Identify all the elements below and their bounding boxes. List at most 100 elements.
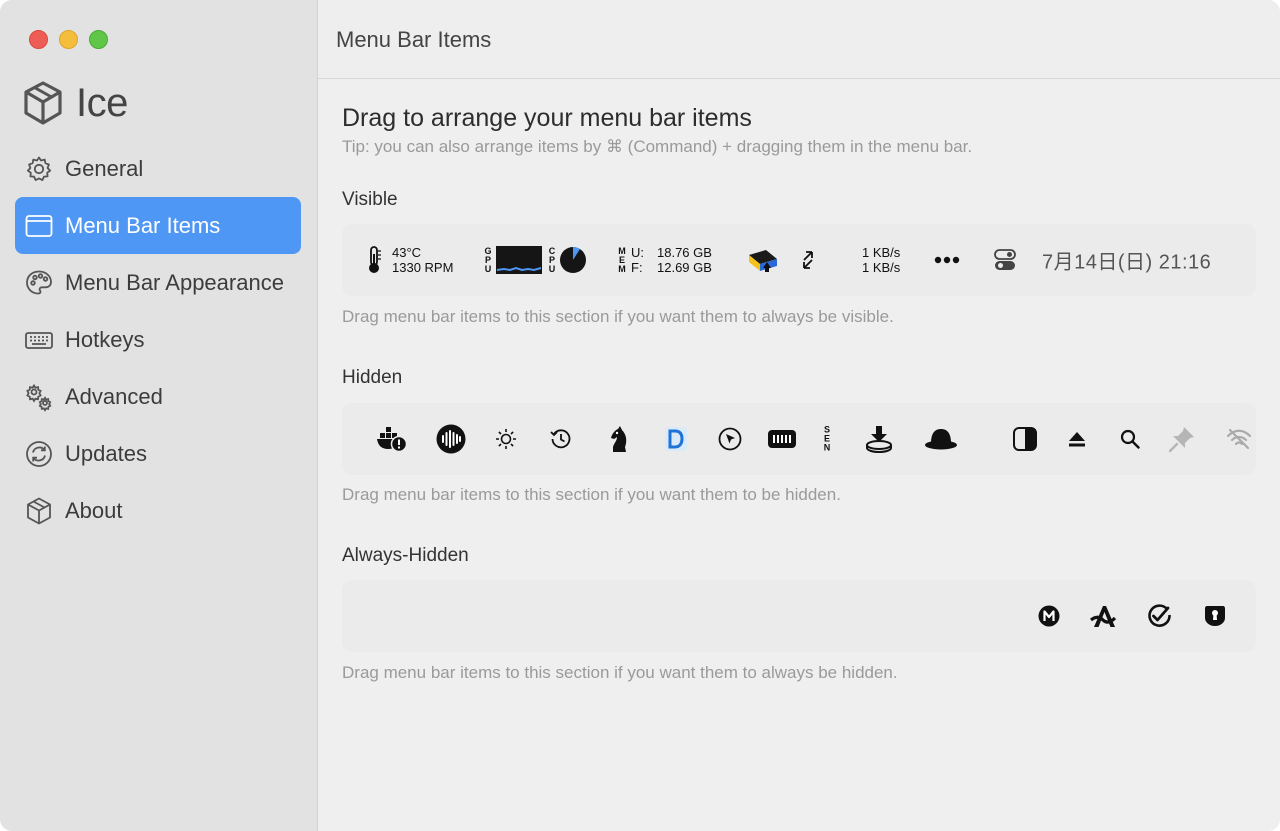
clock-text: 7月14日(日) 21:16 <box>1042 251 1212 274</box>
sidebar-item-hotkeys[interactable]: Hotkeys <box>15 311 301 368</box>
pin-item[interactable] <box>1168 425 1196 453</box>
keyboard-icon <box>22 323 56 357</box>
memory-chip-item[interactable] <box>767 429 797 449</box>
sidebar-item-menu-bar-items[interactable]: Menu Bar Items <box>15 197 301 254</box>
bowler-hat-icon <box>925 429 957 450</box>
clock-item[interactable]: 7月14日(日) 21:16 <box>1042 246 1211 275</box>
wifi-off-item[interactable] <box>1226 428 1252 450</box>
network-speed-item[interactable]: 1 KB/s 1 KB/s <box>862 245 900 275</box>
hidden-section-hint: Drag menu bar items to this section if y… <box>342 485 841 504</box>
mem-label: MEM <box>618 245 626 274</box>
thermometer-icon <box>369 246 381 273</box>
sidebar-item-menu-bar-appearance[interactable]: Menu Bar Appearance <box>15 254 301 311</box>
sidebar-item-general[interactable]: General <box>15 140 301 197</box>
visible-section-label: Visible <box>342 189 398 210</box>
gear-icon <box>22 152 56 186</box>
d-app-icon <box>665 427 687 451</box>
cursor-circle-icon <box>718 427 742 451</box>
m-app-item[interactable] <box>1038 605 1060 627</box>
sidebar-item-about[interactable]: About <box>15 482 301 539</box>
cpu-pie-icon <box>560 246 586 273</box>
check-circle-icon <box>1148 604 1171 627</box>
sen-label: SEN <box>823 424 831 453</box>
display-resize-item[interactable] <box>802 250 814 270</box>
half-contrast-icon <box>1013 427 1037 451</box>
sidebar-nav: General Menu Bar Items Menu Bar Appearan… <box>15 140 301 539</box>
gpu-cpu-item[interactable]: GPU CPU <box>483 246 587 274</box>
memory-item[interactable]: MEM U: F: 18.76 GB 12.69 GB <box>617 245 712 275</box>
sidebar-item-label: Menu Bar Appearance <box>65 269 284 295</box>
sidebar-item-advanced[interactable]: Advanced <box>15 368 301 425</box>
download-tray-icon <box>866 426 892 453</box>
time-machine-item[interactable] <box>549 427 573 451</box>
close-button[interactable] <box>29 30 48 49</box>
lock-app-item[interactable] <box>1204 605 1226 627</box>
docker-item[interactable] <box>376 426 408 452</box>
cube-icon <box>22 494 56 528</box>
hidden-section-label: Hidden <box>342 367 403 388</box>
draft-app-item[interactable] <box>664 426 688 452</box>
sidebar-item-label: Menu Bar Items <box>65 212 221 238</box>
gears-icon <box>22 380 56 414</box>
ice-cube-icon <box>24 81 62 125</box>
settings-window: Ice General Menu Bar Items Menu Bar Appe… <box>0 0 1280 831</box>
audio-wave-item[interactable] <box>436 424 466 454</box>
brightness-item[interactable] <box>495 428 517 450</box>
app-brand: Ice <box>22 80 128 126</box>
more-item[interactable] <box>934 256 960 264</box>
content-area: Drag to arrange your menu bar items Tip:… <box>318 80 1280 831</box>
sidebar-item-label: Advanced <box>65 383 163 409</box>
todo-check-item[interactable] <box>1146 603 1172 629</box>
vpn-app-icon <box>749 250 777 272</box>
sidebar: Ice General Menu Bar Items Menu Bar Appe… <box>0 0 318 831</box>
arc-app-item[interactable] <box>1090 604 1118 628</box>
window-title: Menu Bar Items <box>336 27 492 52</box>
gpu-graph-icon <box>496 246 542 274</box>
mem-used-value: 18.76 GB <box>657 245 712 260</box>
sun-icon <box>496 429 516 449</box>
keyhole-shield-icon <box>1205 606 1225 626</box>
audio-wave-icon <box>436 424 466 454</box>
ellipsis-icon <box>934 256 960 264</box>
mem-free-value: 12.69 GB <box>657 260 712 275</box>
download-item[interactable] <box>865 425 893 453</box>
search-item[interactable] <box>1120 429 1140 449</box>
sidebar-item-updates[interactable]: Updates <box>15 425 301 482</box>
hidden-items-tray[interactable]: SEN <box>342 403 1256 475</box>
mem-free-label: F: <box>631 260 643 275</box>
window-icon <box>22 209 56 243</box>
control-center-item[interactable] <box>994 249 1016 271</box>
vpn-app-item[interactable] <box>748 247 778 273</box>
bowler-hat-item[interactable] <box>924 427 958 451</box>
sidebar-item-label: Hotkeys <box>65 326 145 352</box>
docker-warning-icon <box>377 427 408 452</box>
gpu-label: GPU <box>484 245 492 274</box>
m-circle-icon <box>1038 605 1060 627</box>
chess-knight-icon <box>611 426 627 452</box>
visible-items-tray[interactable]: 43°C 1330 RPM GPU CPU MEM U: F: 18.76 GB… <box>342 224 1256 296</box>
sidebar-item-label: General <box>65 155 144 181</box>
sen-item[interactable]: SEN <box>822 424 832 453</box>
tip-text: Tip: you can also arrange items by ⌘ (Co… <box>342 137 973 156</box>
eject-item[interactable] <box>1068 431 1086 447</box>
visible-section-hint: Drag menu bar items to this section if y… <box>342 307 894 326</box>
palette-icon <box>22 266 56 300</box>
wifi-off-icon <box>1226 428 1252 450</box>
always-hidden-section-hint: Drag menu bar items to this section if y… <box>342 663 898 682</box>
a-logo-icon <box>1090 606 1117 627</box>
mem-used-label: U: <box>631 245 644 260</box>
always-hidden-section-label: Always-Hidden <box>342 545 469 566</box>
cpu-label: CPU <box>548 245 556 274</box>
diagonal-arrows-icon <box>803 251 813 269</box>
eject-icon <box>1069 432 1085 447</box>
minimize-button[interactable] <box>59 30 78 49</box>
contrast-item[interactable] <box>1013 427 1037 451</box>
temperature-item[interactable]: 43°C 1330 RPM <box>364 245 453 275</box>
history-clock-icon <box>550 429 571 449</box>
toolbar: Menu Bar Items <box>318 0 1280 79</box>
always-hidden-items-tray[interactable] <box>342 580 1256 652</box>
zoom-button[interactable] <box>89 30 108 49</box>
knight-item[interactable] <box>608 425 630 453</box>
cursor-item[interactable] <box>718 427 742 451</box>
app-name: Ice <box>76 80 128 125</box>
